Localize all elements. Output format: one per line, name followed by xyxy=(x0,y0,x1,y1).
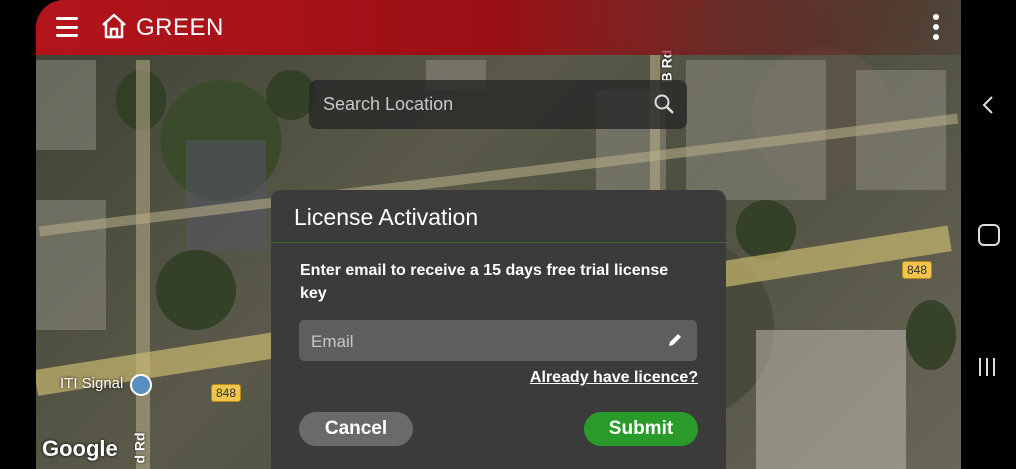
email-placeholder: Email xyxy=(311,332,354,351)
app-screen: B Rd d Rd 848 848 ITI Signal Google GREE… xyxy=(36,0,961,469)
home-icon[interactable] xyxy=(99,11,129,41)
email-field[interactable]: Email xyxy=(299,320,697,361)
dialog-divider xyxy=(271,242,726,243)
search-icon[interactable] xyxy=(653,93,675,115)
app-title: GREEN xyxy=(136,14,224,41)
back-icon[interactable] xyxy=(980,95,996,115)
dialog-message: Enter email to receive a 15 days free tr… xyxy=(300,262,669,302)
dialog-title: License Activation xyxy=(294,204,479,230)
cancel-button[interactable]: Cancel xyxy=(299,412,413,446)
highway-badge: 848 xyxy=(211,384,242,402)
pencil-icon xyxy=(669,334,681,346)
google-attribution: Google xyxy=(42,436,118,461)
system-nav-bar xyxy=(961,0,1016,469)
search-placeholder: Search Location xyxy=(323,94,454,114)
license-activation-dialog: License Activation Enter email to receiv… xyxy=(271,190,726,469)
highway-badge: 848 xyxy=(902,261,933,279)
poi-label[interactable]: ITI Signal xyxy=(60,375,123,392)
already-have-licence-link[interactable]: Already have licence? xyxy=(530,369,698,387)
home-button-icon[interactable] xyxy=(978,224,1000,246)
search-location-input[interactable]: Search Location xyxy=(309,80,687,129)
recent-apps-icon[interactable] xyxy=(979,358,995,376)
more-options-icon[interactable] xyxy=(933,14,939,40)
road-label-bottom: d Rd xyxy=(131,432,148,464)
submit-button[interactable]: Submit xyxy=(584,412,698,446)
hamburger-menu-icon[interactable] xyxy=(56,17,78,37)
poi-pin-icon[interactable] xyxy=(130,374,152,396)
app-top-bar: GREEN xyxy=(36,0,961,55)
